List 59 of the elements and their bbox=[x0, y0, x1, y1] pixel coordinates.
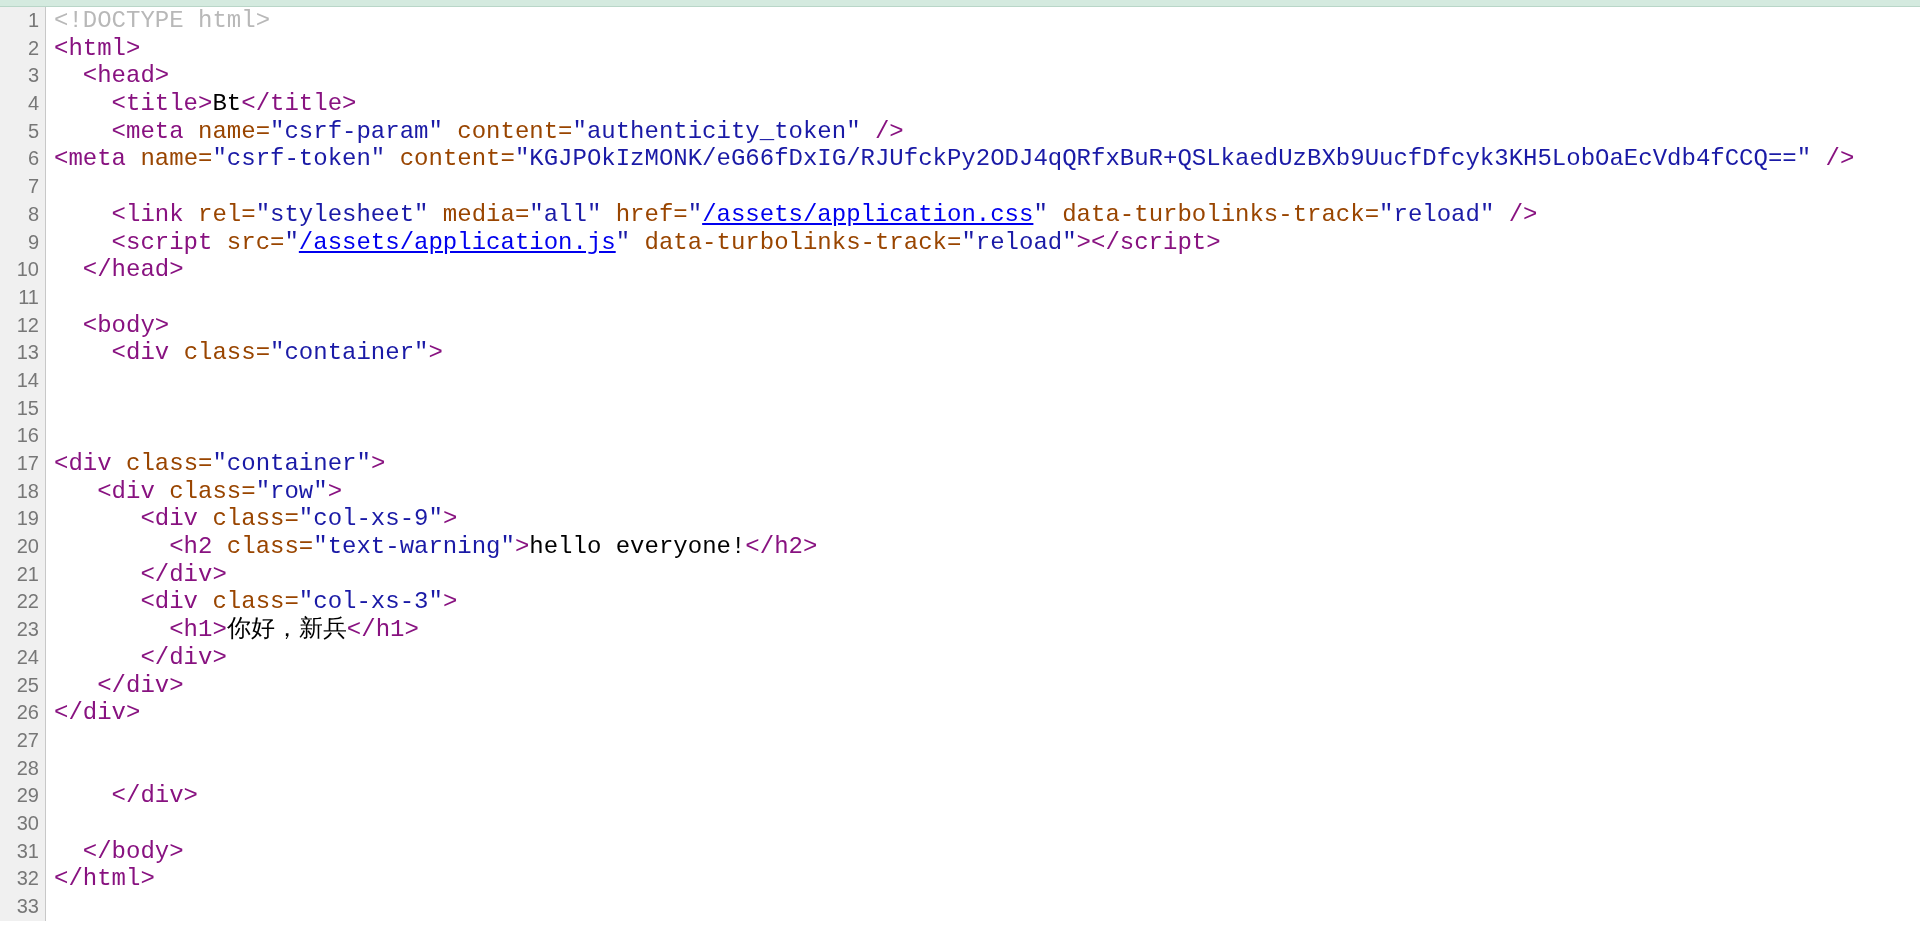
code-line: </head> bbox=[81, 256, 184, 284]
code-line: </div> bbox=[53, 699, 141, 727]
line-number: 5 bbox=[27, 119, 39, 142]
line-number: 23 bbox=[16, 618, 39, 641]
code-line: <meta name="csrf-token" content="KGJPOkIzMONK/eG66fDxIG/RJUfckPy2ODJ4qQRfxBuR+QSLkaedUzBXb9UucfDfcyk3KH5LobOaEcVdb4fCCQ==" /> bbox=[53, 145, 1855, 174]
code-line: <script src="/assets/application.js" data-turbolinks-track="reload"></script> bbox=[110, 228, 1221, 257]
code-line: <div class="container"> bbox=[53, 450, 386, 478]
line-number: 30 bbox=[16, 811, 39, 834]
code-line: </html> bbox=[53, 865, 155, 893]
line-number: 4 bbox=[27, 92, 39, 115]
line-number: 3 bbox=[27, 64, 39, 87]
line-number: 17 bbox=[16, 452, 39, 474]
code-line: <div class="container"> bbox=[110, 339, 443, 367]
line-number: 25 bbox=[16, 673, 39, 696]
code-line: </div> bbox=[139, 560, 227, 589]
code-line: </body> bbox=[81, 837, 184, 866]
code-line: <meta name="csrf-param" content="authenticity_token" /> bbox=[110, 117, 904, 146]
code-line: <html> bbox=[53, 34, 141, 63]
line-number: 14 bbox=[16, 368, 39, 391]
code-line: </div> bbox=[96, 671, 184, 700]
line-number: 10 bbox=[16, 258, 39, 281]
code-line: <title>Bt</title> bbox=[110, 90, 357, 118]
code-line: <body> bbox=[81, 311, 170, 340]
code-line: </div> bbox=[110, 782, 199, 810]
line-number: 21 bbox=[16, 562, 39, 585]
line-number: 12 bbox=[16, 313, 39, 336]
line-number: 28 bbox=[16, 756, 39, 779]
line-number: 18 bbox=[16, 479, 39, 502]
line-number: 33 bbox=[16, 895, 39, 917]
line-number: 2 bbox=[27, 36, 39, 59]
line-number: 6 bbox=[27, 147, 39, 170]
line-number: 16 bbox=[16, 424, 39, 447]
line-number: 7 bbox=[27, 175, 39, 198]
line-number: 11 bbox=[18, 285, 39, 308]
line-number: 20 bbox=[16, 535, 39, 558]
code-line: <div class="col-xs-3"> bbox=[139, 588, 458, 616]
code-line: <div class="col-xs-9"> bbox=[139, 505, 458, 534]
line-number: 19 bbox=[16, 507, 39, 530]
line-number: 15 bbox=[16, 396, 39, 419]
code-line: <head> bbox=[81, 62, 170, 91]
line-number: 31 bbox=[16, 839, 39, 862]
line-number: 9 bbox=[27, 230, 39, 253]
line-number: 13 bbox=[16, 341, 39, 364]
code-line: </div> bbox=[139, 643, 227, 672]
line-number: 22 bbox=[16, 590, 39, 613]
code-line: <h1>你好，新兵</h1> bbox=[168, 616, 419, 644]
source-link[interactable]: /assets/application.css bbox=[702, 200, 1034, 228]
line-number: 27 bbox=[16, 728, 39, 751]
line-number: 8 bbox=[27, 202, 39, 225]
line-number: 24 bbox=[16, 645, 39, 668]
line-number: 29 bbox=[16, 784, 39, 807]
code-line: <h2 class="text-warning">hello everyone!</h2> bbox=[168, 533, 818, 561]
source-link[interactable]: /assets/application.js bbox=[298, 228, 616, 256]
code-line: <div class="row"> bbox=[96, 477, 343, 506]
code-line: <link rel="stylesheet" media="all" href="/assets/application.css" data-turbolinks-track="reload" /> bbox=[110, 200, 1538, 229]
code-line: <!DOCTYPE html> bbox=[53, 7, 271, 35]
line-number: 1 bbox=[27, 9, 39, 31]
line-number: 26 bbox=[16, 701, 39, 724]
line-number: 32 bbox=[16, 867, 39, 890]
